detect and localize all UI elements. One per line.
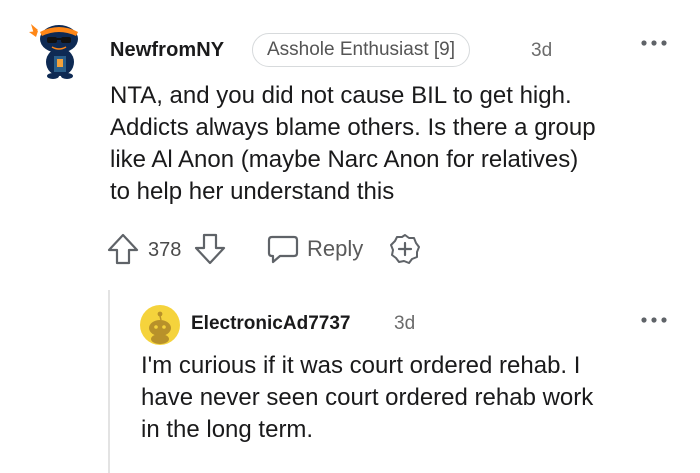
comment-timestamp: 3d xyxy=(531,40,553,61)
reply-button[interactable]: Reply xyxy=(307,236,363,262)
vote-score: 378 xyxy=(148,239,182,261)
user-flair: Asshole Enthusiast [9] xyxy=(252,33,470,67)
more-options-icon[interactable] xyxy=(640,36,668,50)
upvote-icon[interactable] xyxy=(105,231,141,267)
reply-icon[interactable] xyxy=(266,232,300,266)
comment-body: NTA, and you did not cause BIL to get hi… xyxy=(110,80,690,208)
comment-body-line: Addicts always blame others. Is there a … xyxy=(110,114,596,141)
comment-body-line: like Al Anon (maybe Narc Anon for relati… xyxy=(110,146,579,173)
thread-line xyxy=(108,290,110,473)
reply-username[interactable]: ElectronicAd7737 xyxy=(191,313,350,335)
reply-timestamp: 3d xyxy=(394,313,416,334)
comment-body-line: NTA, and you did not cause BIL to get hi… xyxy=(110,82,572,109)
reply-body-line: I'm curious if it was court ordered reha… xyxy=(141,352,581,379)
comment-username[interactable]: NewfromNY xyxy=(110,39,224,62)
more-options-icon[interactable] xyxy=(640,313,668,327)
snoo-avatar-icon xyxy=(29,24,78,79)
reply-body: I'm curious if it was court ordered reha… xyxy=(141,350,681,446)
snoo-avatar-icon xyxy=(140,305,180,345)
avatar[interactable] xyxy=(26,18,86,80)
reply-body-line: in the long term. xyxy=(141,416,314,443)
reply-avatar[interactable] xyxy=(140,305,180,345)
reply-body-line: have never seen court ordered rehab work xyxy=(141,384,594,411)
award-icon[interactable] xyxy=(389,233,421,265)
comment-body-line: to help her understand this xyxy=(110,178,395,205)
downvote-icon[interactable] xyxy=(192,231,228,267)
